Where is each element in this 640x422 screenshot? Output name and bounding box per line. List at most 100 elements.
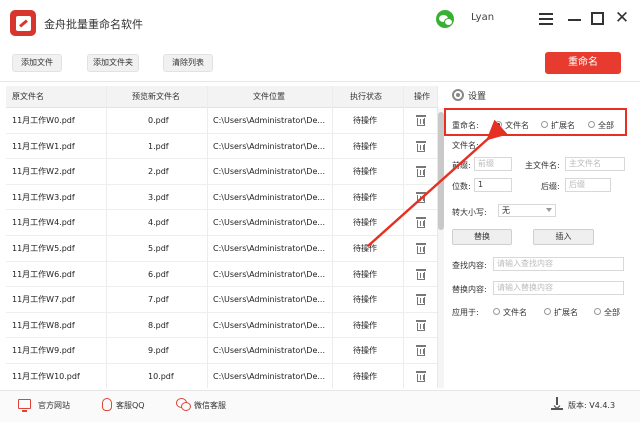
find-input[interactable]: 请输入查找内容 <box>493 257 624 271</box>
monitor-icon[interactable] <box>18 399 31 412</box>
mainname-input[interactable]: 主文件名 <box>565 157 625 171</box>
location-cell: C:\Users\Administrator\De... <box>213 244 326 253</box>
settings-title: 设置 <box>468 92 487 102</box>
clear-list-button[interactable]: 清除列表 <box>163 54 213 72</box>
preview-name-cell: 2.pdf <box>148 167 169 177</box>
preview-name-cell: 5.pdf <box>148 244 169 253</box>
original-name-cell: 11月工作W6.pdf <box>12 269 75 279</box>
original-name-cell: 11月工作W9.pdf <box>12 346 75 356</box>
preview-name-cell: 7.pdf <box>148 295 169 305</box>
location-cell: C:\Users\Administrator\De... <box>213 167 326 177</box>
wechat-support-icon[interactable] <box>176 398 191 411</box>
minimize-icon[interactable] <box>566 10 584 28</box>
table-row[interactable]: 11月工作W8.pdf 8.pdf C:\Users\Administrator\D… <box>6 313 437 339</box>
status-cell: 待操作 <box>353 141 377 151</box>
mainname-label: 主文件名: <box>525 161 560 170</box>
original-name-cell: 11月工作W7.pdf <box>12 295 75 305</box>
original-name-cell: 11月工作W5.pdf <box>12 244 75 253</box>
location-cell: C:\Users\Administrator\De... <box>213 346 326 356</box>
location-cell: C:\Users\Administrator\De... <box>213 320 326 330</box>
file-table: 原文件名 预览新文件名 文件位置 执行状态 操作 11月工作W0.pdf 0.pd… <box>6 86 438 388</box>
preview-name-cell: 8.pdf <box>148 320 169 330</box>
footer-bar: 官方网站 客服QQ 微信客服 版本: V4.4.3 <box>0 390 640 422</box>
close-icon[interactable]: ✕ <box>613 10 631 28</box>
website-link[interactable]: 官方网站 <box>38 400 70 411</box>
rename-mode-highlight <box>444 108 627 136</box>
location-cell: C:\Users\Administrator\De... <box>213 141 326 151</box>
table-row[interactable]: 11月工作W7.pdf 7.pdf C:\Users\Administrator\D… <box>6 287 437 313</box>
table-row[interactable]: 11月工作W3.pdf 3.pdf C:\Users\Administrator\D… <box>6 185 437 211</box>
preview-name-cell: 10.pdf <box>148 372 174 381</box>
trash-icon[interactable] <box>416 115 426 126</box>
wechat-icon[interactable] <box>436 10 454 28</box>
trash-icon[interactable] <box>416 268 426 280</box>
case-select-value: 无 <box>502 206 510 215</box>
apply-all-radio[interactable] <box>594 308 601 315</box>
case-select[interactable]: 无 <box>498 204 556 217</box>
add-file-button[interactable]: 添加文件 <box>12 54 62 72</box>
col-location[interactable]: 文件位置 <box>253 86 285 108</box>
download-icon[interactable] <box>551 397 563 410</box>
preview-name-cell: 4.pdf <box>148 218 169 228</box>
digits-input[interactable]: 1 <box>474 178 512 192</box>
trash-icon[interactable] <box>416 140 426 152</box>
apply-filename-label[interactable]: 文件名 <box>503 307 527 318</box>
apply-all-label[interactable]: 全部 <box>604 307 620 318</box>
replace-button[interactable]: 替换 <box>452 229 512 245</box>
location-cell: C:\Users\Administrator\De... <box>213 192 326 202</box>
replace-content-input[interactable]: 请输入替换内容 <box>493 281 624 295</box>
table-row[interactable]: 11月工作W6.pdf 6.pdf C:\Users\Administrator\D… <box>6 262 437 288</box>
col-preview-name[interactable]: 预览新文件名 <box>132 86 180 108</box>
apply-filename-radio[interactable] <box>493 308 500 315</box>
qq-icon[interactable] <box>102 398 112 411</box>
table-row[interactable]: 11月工作W9.pdf 9.pdf C:\Users\Administrator\D… <box>6 338 437 364</box>
app-logo-icon <box>10 10 36 36</box>
trash-icon[interactable] <box>416 319 426 331</box>
trash-icon[interactable] <box>416 217 426 229</box>
apply-label: 应用于: <box>452 308 479 317</box>
gear-icon <box>452 89 464 101</box>
table-row[interactable]: 11月工作W5.pdf 5.pdf C:\Users\Administrator\D… <box>6 236 437 262</box>
wechat-support-link[interactable]: 微信客服 <box>194 400 226 411</box>
suffix-label: 后缀: <box>541 182 560 191</box>
username[interactable]: Lyan <box>471 12 494 23</box>
table-row[interactable]: 11月工作W2.pdf 2.pdf C:\Users\Administrator\D… <box>6 159 437 185</box>
trash-icon[interactable] <box>416 243 426 254</box>
original-name-cell: 11月工作W0.pdf <box>12 116 75 125</box>
apply-extension-radio[interactable] <box>544 308 551 315</box>
trash-icon[interactable] <box>416 191 426 203</box>
trash-icon[interactable] <box>416 294 426 306</box>
find-label: 查找内容: <box>452 261 487 270</box>
apply-extension-label[interactable]: 扩展名 <box>554 307 578 318</box>
suffix-input[interactable]: 后缀 <box>565 178 611 192</box>
menu-icon[interactable] <box>537 10 555 28</box>
insert-button[interactable]: 插入 <box>533 229 594 245</box>
add-folder-button[interactable]: 添加文件夹 <box>87 54 139 72</box>
original-name-cell: 11月工作W3.pdf <box>12 192 75 202</box>
col-status[interactable]: 执行状态 <box>350 86 382 108</box>
table-row[interactable]: 11月工作W10.pdf 10.pdf C:\Users\Administrator… <box>6 364 437 388</box>
original-name-cell: 11月工作W8.pdf <box>12 320 75 330</box>
location-cell: C:\Users\Administrator\De... <box>213 218 326 228</box>
prefix-input[interactable]: 前缀 <box>474 157 512 171</box>
status-cell: 待操作 <box>353 269 377 279</box>
title-bar: 金舟批量重命名软件 Lyan ✕ <box>0 0 640 44</box>
filename-section-label: 文件名: <box>452 141 479 150</box>
qq-support-link[interactable]: 客服QQ <box>116 400 145 411</box>
maximize-icon[interactable] <box>589 10 607 28</box>
rename-button[interactable]: 重命名 <box>545 52 621 74</box>
status-cell: 待操作 <box>353 244 377 253</box>
trash-icon[interactable] <box>416 371 426 382</box>
trash-icon[interactable] <box>416 345 426 357</box>
original-name-cell: 11月工作W2.pdf <box>12 167 75 177</box>
preview-name-cell: 1.pdf <box>148 141 169 151</box>
location-cell: C:\Users\Administrator\De... <box>213 116 326 125</box>
trash-icon[interactable] <box>416 166 426 178</box>
col-original-name[interactable]: 原文件名 <box>12 86 44 108</box>
original-name-cell: 11月工作W4.pdf <box>12 218 75 228</box>
table-row[interactable]: 11月工作W0.pdf 0.pdf C:\Users\Administrator\D… <box>6 108 437 134</box>
table-row[interactable]: 11月工作W1.pdf 1.pdf C:\Users\Administrator\D… <box>6 134 437 160</box>
status-cell: 待操作 <box>353 192 377 202</box>
status-cell: 待操作 <box>353 346 377 356</box>
table-row[interactable]: 11月工作W4.pdf 4.pdf C:\Users\Administrator\D… <box>6 210 437 236</box>
